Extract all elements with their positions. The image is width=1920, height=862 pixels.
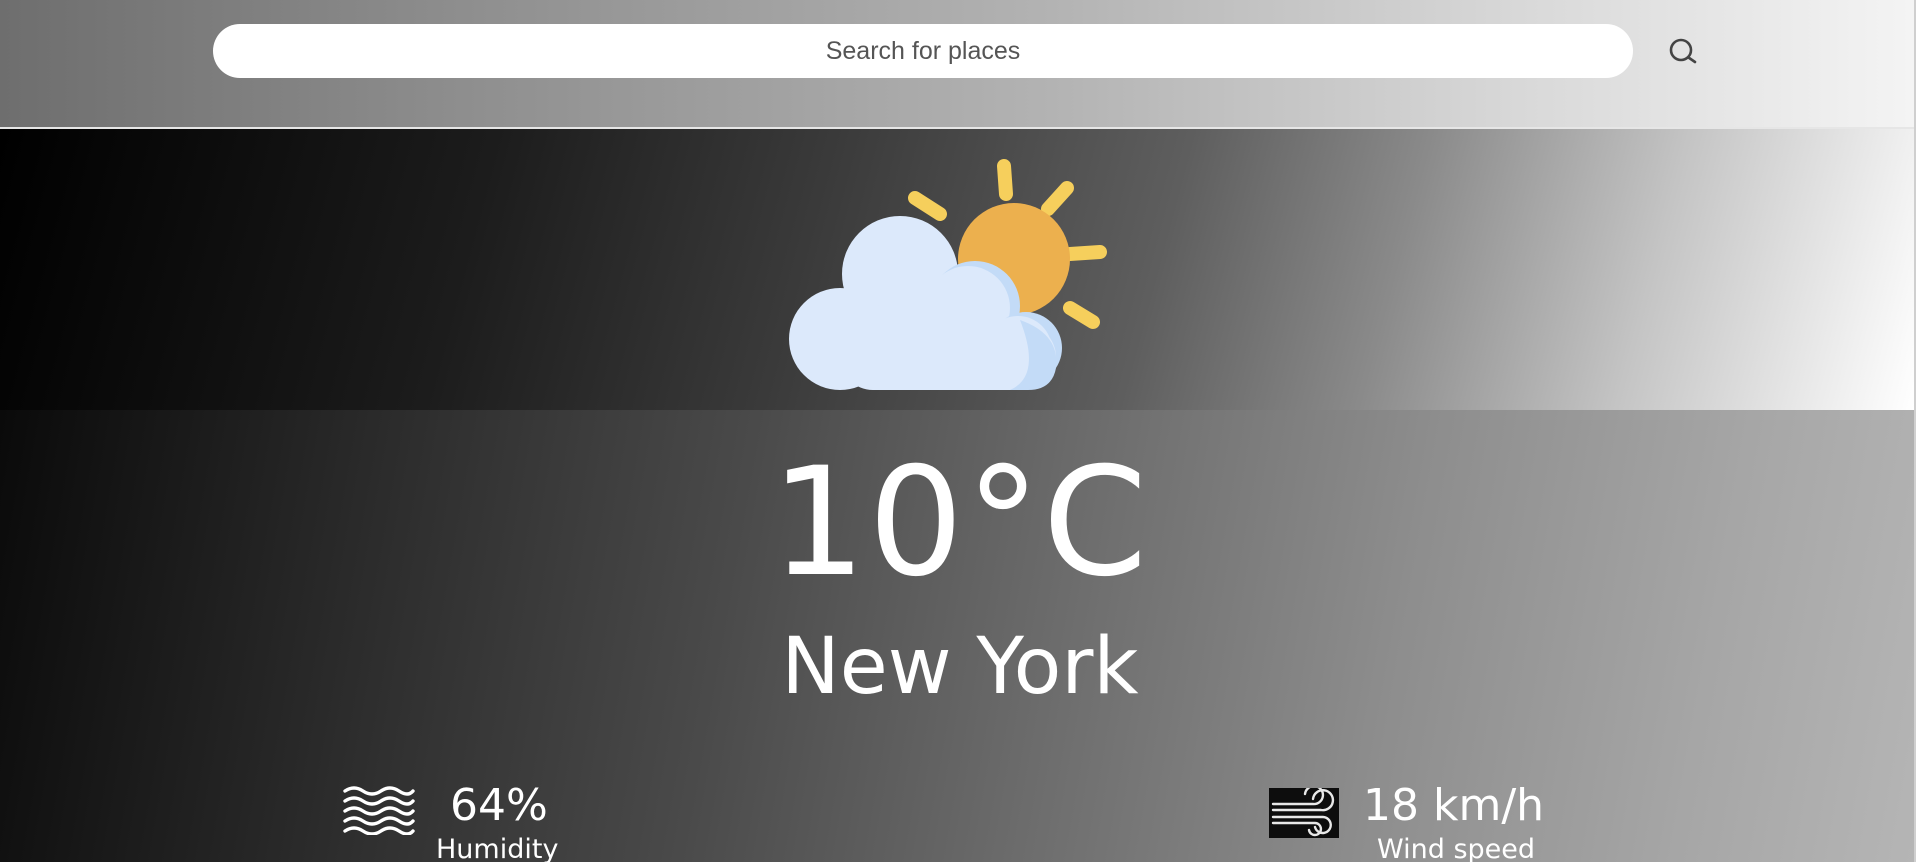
humidity-value: 64% — [450, 780, 548, 831]
search-button[interactable] — [1664, 33, 1702, 71]
humidity-waves-icon — [343, 786, 415, 835]
weather-app: 10°C New York 64% Humidity 18 km/h Wind … — [0, 0, 1916, 862]
search-input[interactable] — [213, 24, 1633, 78]
search-icon — [1669, 38, 1697, 64]
wind-icon — [1269, 788, 1339, 838]
search-bar — [0, 0, 1914, 129]
partly-cloudy-icon — [789, 159, 1107, 390]
wind-speed-value: 18 km/h — [1363, 780, 1545, 831]
wind-speed-label: Wind speed — [1377, 834, 1536, 862]
city-name: New York — [781, 622, 1139, 712]
humidity-label: Humidity — [436, 834, 559, 862]
temperature-readout: 10°C — [770, 436, 1150, 610]
